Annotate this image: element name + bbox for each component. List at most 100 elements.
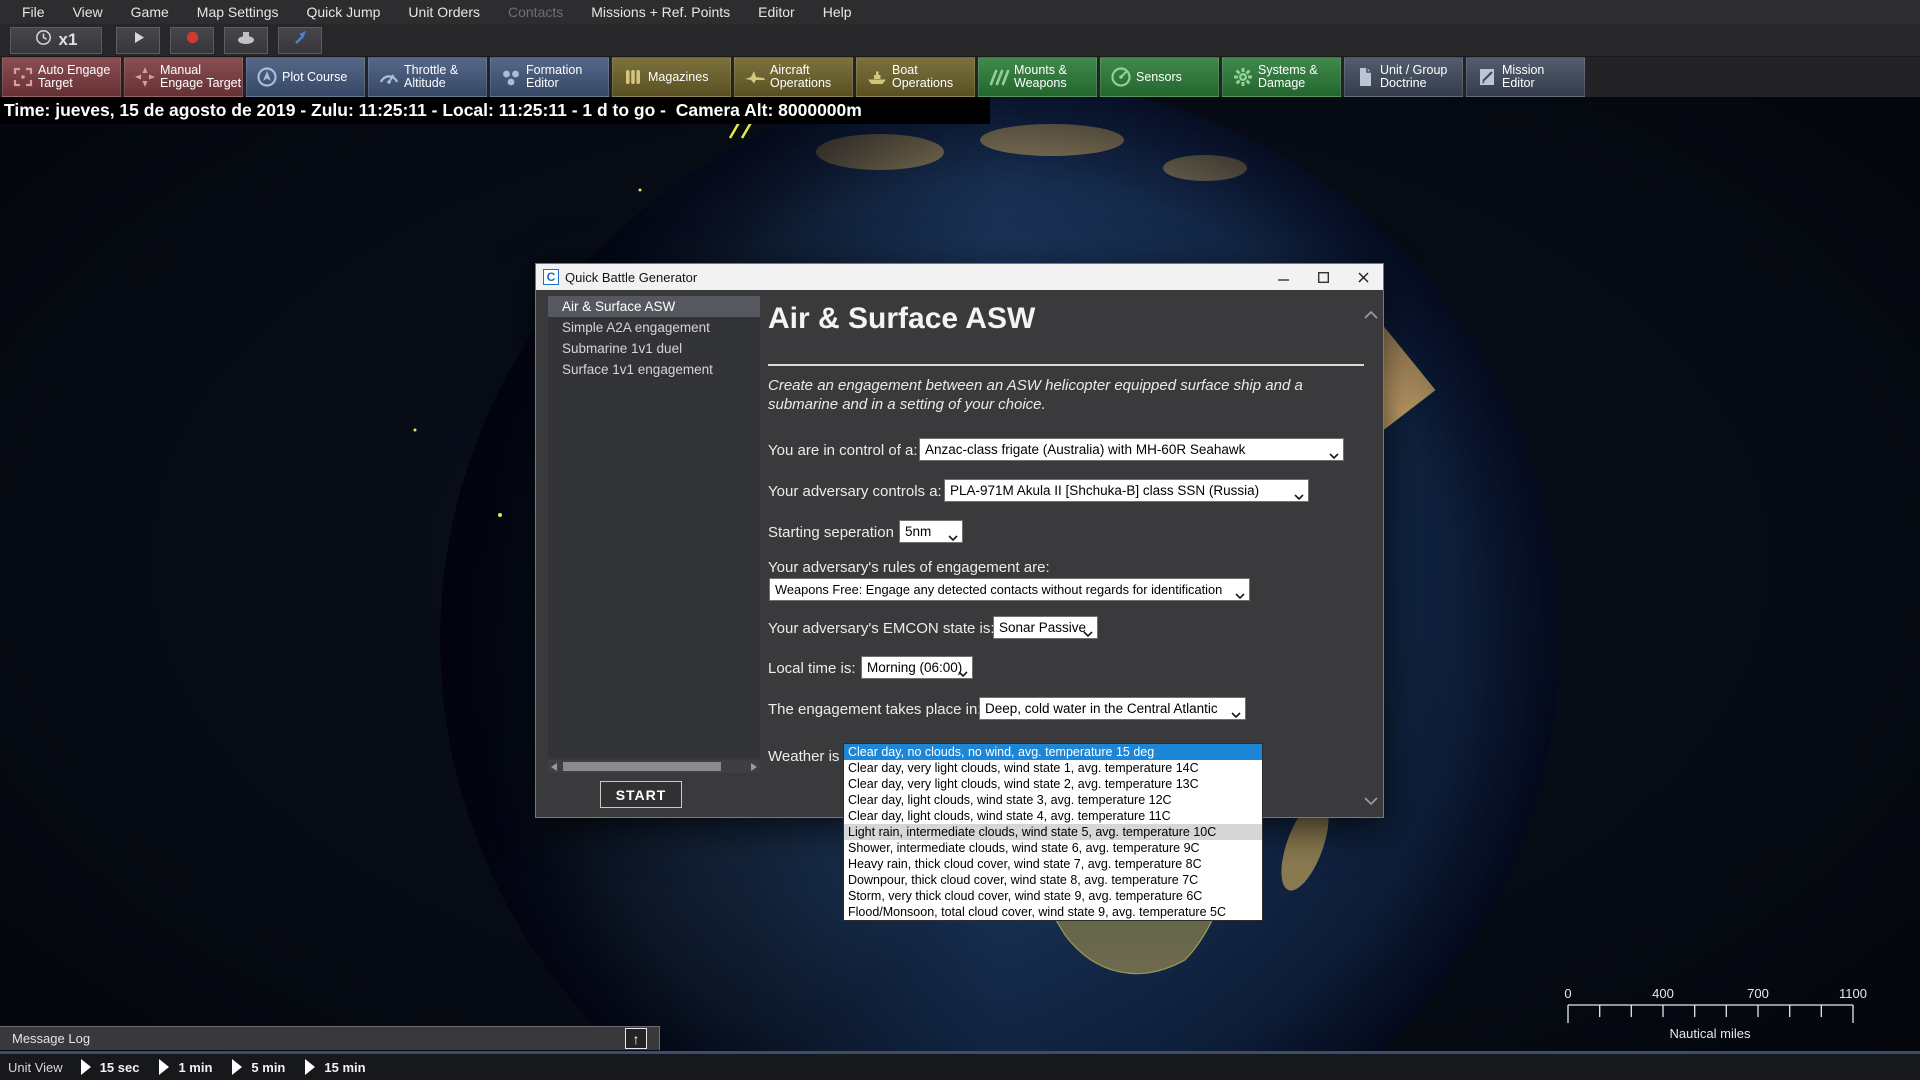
- adversary-select[interactable]: PLA-971M Akula II [Shchuka-B] class SSN …: [944, 479, 1309, 502]
- scenario-list: Air & Surface ASW Simple A2A engagement …: [548, 296, 760, 758]
- roe-select-value: Weapons Free: Engage any detected contac…: [775, 582, 1222, 597]
- location-select[interactable]: Deep, cold water in the Central Atlantic: [979, 697, 1246, 720]
- toolbar-plot-course[interactable]: Plot Course: [246, 57, 365, 97]
- toolbar-label: Damage: [1258, 77, 1318, 90]
- document-icon: [1350, 65, 1380, 89]
- weather-option[interactable]: Clear day, very light clouds, wind state…: [844, 760, 1262, 776]
- weather-option[interactable]: Light rain, intermediate clouds, wind st…: [844, 824, 1262, 840]
- weather-option[interactable]: Clear day, very light clouds, wind state…: [844, 776, 1262, 792]
- scenario-item-submarine-1v1[interactable]: Submarine 1v1 duel: [548, 338, 760, 359]
- scale-tick-label: 700: [1747, 986, 1769, 1001]
- clock-icon: [35, 29, 52, 51]
- control-label: You are in control of a:: [768, 442, 918, 459]
- separation-label: Starting seperation: [768, 524, 894, 541]
- local-time-select[interactable]: Morning (06:00): [861, 656, 973, 679]
- record-button[interactable]: [170, 27, 214, 54]
- toolbar-label: Doctrine: [1380, 77, 1447, 90]
- menu-quick-jump[interactable]: Quick Jump: [293, 0, 395, 24]
- weather-option[interactable]: Clear day, light clouds, wind state 3, a…: [844, 792, 1262, 808]
- toolbar-unit-group-doctrine[interactable]: Unit / GroupDoctrine: [1344, 57, 1463, 97]
- control-select-value: Anzac-class frigate (Australia) with MH-…: [925, 442, 1245, 457]
- ship-icon: [862, 65, 892, 89]
- gear-icon: [1228, 65, 1258, 89]
- message-log-bar[interactable]: Message Log ↑: [0, 1026, 660, 1050]
- time-compression-button[interactable]: x1: [10, 27, 102, 54]
- menu-map-settings[interactable]: Map Settings: [183, 0, 293, 24]
- toolbar-auto-engage-target[interactable]: Auto EngageTarget: [2, 57, 121, 97]
- menu-unit-orders[interactable]: Unit Orders: [394, 0, 494, 24]
- time-step-5min[interactable]: 5 min: [232, 1059, 285, 1075]
- hscroll-thumb[interactable]: [563, 762, 721, 771]
- menu-bar: File View Game Map Settings Quick Jump U…: [0, 0, 1920, 24]
- snapshot-button[interactable]: [224, 27, 268, 54]
- menu-help[interactable]: Help: [809, 0, 866, 24]
- toolbar-mounts-weapons[interactable]: Mounts &Weapons: [978, 57, 1097, 97]
- scroll-right-icon[interactable]: [751, 763, 757, 771]
- menu-view[interactable]: View: [59, 0, 117, 24]
- weather-option[interactable]: Downpour, thick cloud cover, wind state …: [844, 872, 1262, 888]
- toolbar-magazines[interactable]: Magazines: [612, 57, 731, 97]
- time-step-15sec[interactable]: 15 sec: [81, 1059, 140, 1075]
- emcon-label: Your adversary's EMCON state is:: [768, 620, 995, 637]
- minimize-button[interactable]: [1263, 264, 1303, 290]
- play-button[interactable]: [116, 27, 160, 54]
- menu-contacts: Contacts: [494, 0, 577, 24]
- local-time-label: Local time is:: [768, 660, 856, 677]
- weather-option[interactable]: Flood/Monsoon, total cloud cover, wind s…: [844, 904, 1262, 920]
- separation-select[interactable]: 5nm: [899, 520, 963, 543]
- toolbar-label: Operations: [892, 77, 953, 90]
- menu-file[interactable]: File: [8, 0, 59, 24]
- time-step-15min[interactable]: 15 min: [305, 1059, 365, 1075]
- app-icon: C: [543, 269, 559, 285]
- toolbar-label: Operations: [770, 77, 831, 90]
- roe-label: Your adversary's rules of engagement are…: [768, 559, 1050, 576]
- record-icon: [184, 29, 201, 51]
- menu-missions-ref-points[interactable]: Missions + Ref. Points: [577, 0, 744, 24]
- roe-select[interactable]: Weapons Free: Engage any detected contac…: [769, 578, 1250, 601]
- toolbar: Auto EngageTarget ManualEngage Target Pl…: [0, 57, 1920, 97]
- toolbar-label: Sensors: [1136, 71, 1182, 84]
- close-button[interactable]: [1343, 264, 1383, 290]
- weather-option[interactable]: Clear day, no clouds, no wind, avg. temp…: [844, 744, 1262, 760]
- play-step-icon: [232, 1059, 242, 1075]
- time-step-1min[interactable]: 1 min: [159, 1059, 212, 1075]
- toolbar-mission-editor[interactable]: MissionEditor: [1466, 57, 1585, 97]
- start-button[interactable]: START: [600, 781, 682, 808]
- content-scroll-down-icon[interactable]: [1364, 792, 1378, 810]
- toolbar-aircraft-operations[interactable]: AircraftOperations: [734, 57, 853, 97]
- weather-option[interactable]: Storm, very thick cloud cover, wind stat…: [844, 888, 1262, 904]
- menu-game[interactable]: Game: [117, 0, 183, 24]
- time-step-label: 1 min: [178, 1060, 212, 1075]
- content-scroll-up-icon[interactable]: [1364, 306, 1378, 324]
- document-pencil-icon: [1472, 65, 1502, 89]
- pointer-button[interactable]: [278, 27, 322, 54]
- toolbar-formation-editor[interactable]: FormationEditor: [490, 57, 609, 97]
- burst-crosshair-icon: [130, 65, 160, 89]
- scenario-item-surface-1v1[interactable]: Surface 1v1 engagement: [548, 359, 760, 380]
- scenario-list-hscrollbar[interactable]: [548, 760, 760, 773]
- scenario-item-air-surface-asw[interactable]: Air & Surface ASW: [548, 296, 760, 317]
- toolbar-label: Target: [38, 77, 110, 90]
- weather-option[interactable]: Heavy rain, thick cloud cover, wind stat…: [844, 856, 1262, 872]
- weather-option[interactable]: Shower, intermediate clouds, wind state …: [844, 840, 1262, 856]
- maximize-button[interactable]: [1303, 264, 1343, 290]
- toolbar-sensors[interactable]: Sensors: [1100, 57, 1219, 97]
- dialog-titlebar[interactable]: C Quick Battle Generator: [536, 264, 1383, 290]
- separation-select-value: 5nm: [905, 524, 931, 539]
- adversary-label: Your adversary controls a:: [768, 483, 942, 500]
- scenario-item-simple-a2a[interactable]: Simple A2A engagement: [548, 317, 760, 338]
- scroll-left-icon[interactable]: [551, 763, 557, 771]
- chevron-down-icon: [1235, 587, 1245, 601]
- menu-editor[interactable]: Editor: [744, 0, 809, 24]
- toolbar-systems-damage[interactable]: Systems &Damage: [1222, 57, 1341, 97]
- weather-option[interactable]: Clear day, light clouds, wind state 4, a…: [844, 808, 1262, 824]
- message-log-expand-button[interactable]: ↑: [625, 1028, 647, 1049]
- toolbar-manual-engage-target[interactable]: ManualEngage Target: [124, 57, 243, 97]
- toolbar-label: Plot Course: [282, 71, 347, 84]
- control-select[interactable]: Anzac-class frigate (Australia) with MH-…: [919, 438, 1344, 461]
- weather-listbox[interactable]: Clear day, no clouds, no wind, avg. temp…: [843, 743, 1263, 921]
- toolbar-throttle-altitude[interactable]: Throttle &Altitude: [368, 57, 487, 97]
- emcon-select[interactable]: Sonar Passive: [993, 616, 1098, 639]
- scale-tick-label: 0: [1564, 986, 1571, 1001]
- toolbar-boat-operations[interactable]: BoatOperations: [856, 57, 975, 97]
